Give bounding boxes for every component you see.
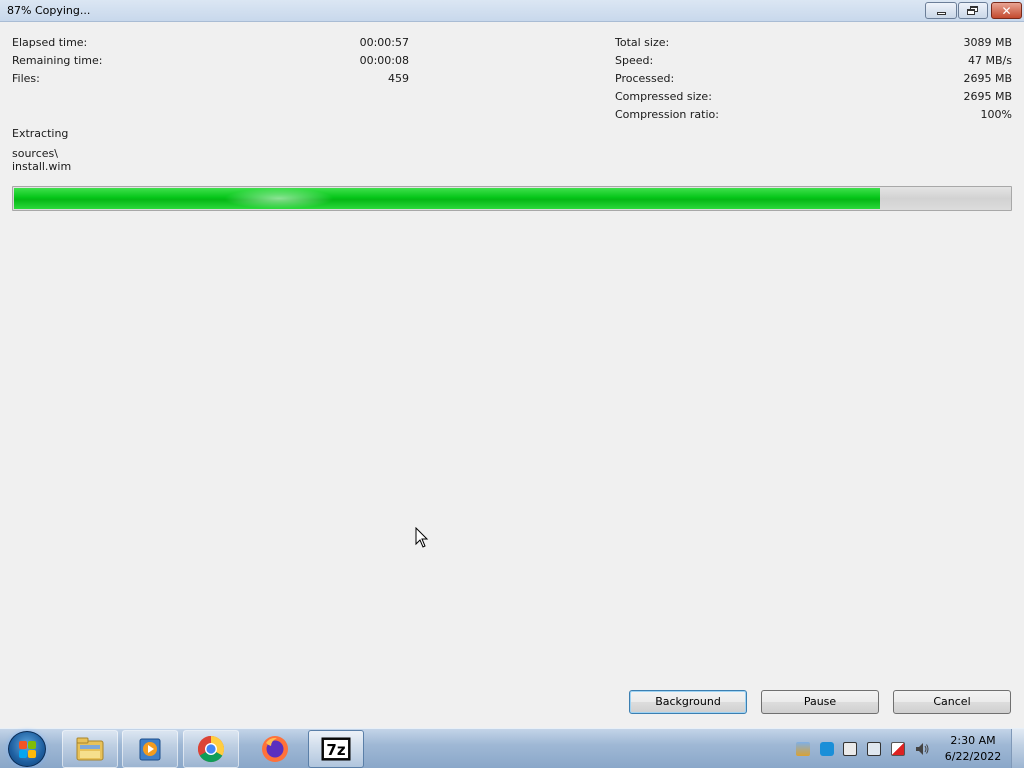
network-icon[interactable] <box>867 742 881 756</box>
action-center-icon[interactable] <box>891 742 905 756</box>
folder-icon <box>76 737 104 761</box>
7zip-icon-text: 7z <box>326 741 345 759</box>
firefox-icon <box>262 736 288 762</box>
close-icon: ✕ <box>1001 3 1012 18</box>
cancel-button[interactable]: Cancel <box>893 690 1011 714</box>
taskbar-chrome[interactable] <box>183 730 239 768</box>
mouse-pointer-icon <box>415 527 429 548</box>
display-icon[interactable] <box>843 742 857 756</box>
compression-ratio-label: Compression ratio: <box>615 108 719 121</box>
window-title: 87% Copying... <box>7 4 91 17</box>
chrome-icon <box>197 735 225 763</box>
remaining-time-label: Remaining time: <box>12 54 103 67</box>
compressed-size-value: 2695 MB <box>963 90 1012 103</box>
7zip-icon: 7z <box>321 737 351 761</box>
taskbar: 7z 2:30 AM 6/22/2022 <box>0 728 1024 768</box>
current-folder: sources\ <box>12 147 58 160</box>
minimize-button[interactable] <box>925 2 957 19</box>
taskbar-firefox[interactable] <box>247 730 303 768</box>
pause-button[interactable]: Pause <box>761 690 879 714</box>
taskbar-media-player[interactable] <box>122 730 178 768</box>
remaining-time-value: 00:00:08 <box>359 54 409 67</box>
windows-logo-icon <box>19 741 37 759</box>
system-tray <box>790 733 940 765</box>
taskbar-explorer[interactable] <box>62 730 118 768</box>
start-button[interactable] <box>8 731 46 767</box>
close-button[interactable]: ✕ <box>991 2 1022 19</box>
files-value: 459 <box>388 72 409 85</box>
progress-bar <box>12 186 1012 211</box>
restore-button[interactable] <box>958 2 988 19</box>
minimize-icon <box>936 11 946 15</box>
clock[interactable]: 2:30 AM 6/22/2022 <box>940 733 1006 765</box>
clock-date: 6/22/2022 <box>944 750 1002 763</box>
remote-icon[interactable] <box>820 742 834 756</box>
show-desktop-button[interactable] <box>1011 729 1024 768</box>
media-player-icon <box>139 738 161 761</box>
total-size-value: 3089 MB <box>963 36 1012 49</box>
speed-value: 47 MB/s <box>968 54 1012 67</box>
processed-value: 2695 MB <box>963 72 1012 85</box>
volume-icon[interactable] <box>914 741 930 757</box>
files-label: Files: <box>12 72 40 85</box>
restore-icon <box>967 6 979 15</box>
elapsed-time-value: 00:00:57 <box>359 36 409 49</box>
progress-bar-fill <box>14 188 881 209</box>
processed-label: Processed: <box>615 72 675 85</box>
network-flag-icon[interactable] <box>796 742 810 756</box>
taskbar-7zip[interactable]: 7z <box>308 730 364 768</box>
progress-dialog: Elapsed time: 00:00:57 Remaining time: 0… <box>0 23 1024 728</box>
elapsed-time-label: Elapsed time: <box>12 36 88 49</box>
operation-label: Extracting <box>12 127 69 140</box>
background-button[interactable]: Background <box>629 690 747 714</box>
speed-label: Speed: <box>615 54 654 67</box>
compression-ratio-value: 100% <box>980 108 1012 121</box>
title-bar[interactable]: 87% Copying... ✕ <box>0 0 1024 22</box>
total-size-label: Total size: <box>615 36 670 49</box>
current-file: install.wim <box>12 160 72 173</box>
progress-glow <box>224 188 334 209</box>
compressed-size-label: Compressed size: <box>615 90 712 103</box>
clock-time: 2:30 AM <box>950 734 996 747</box>
